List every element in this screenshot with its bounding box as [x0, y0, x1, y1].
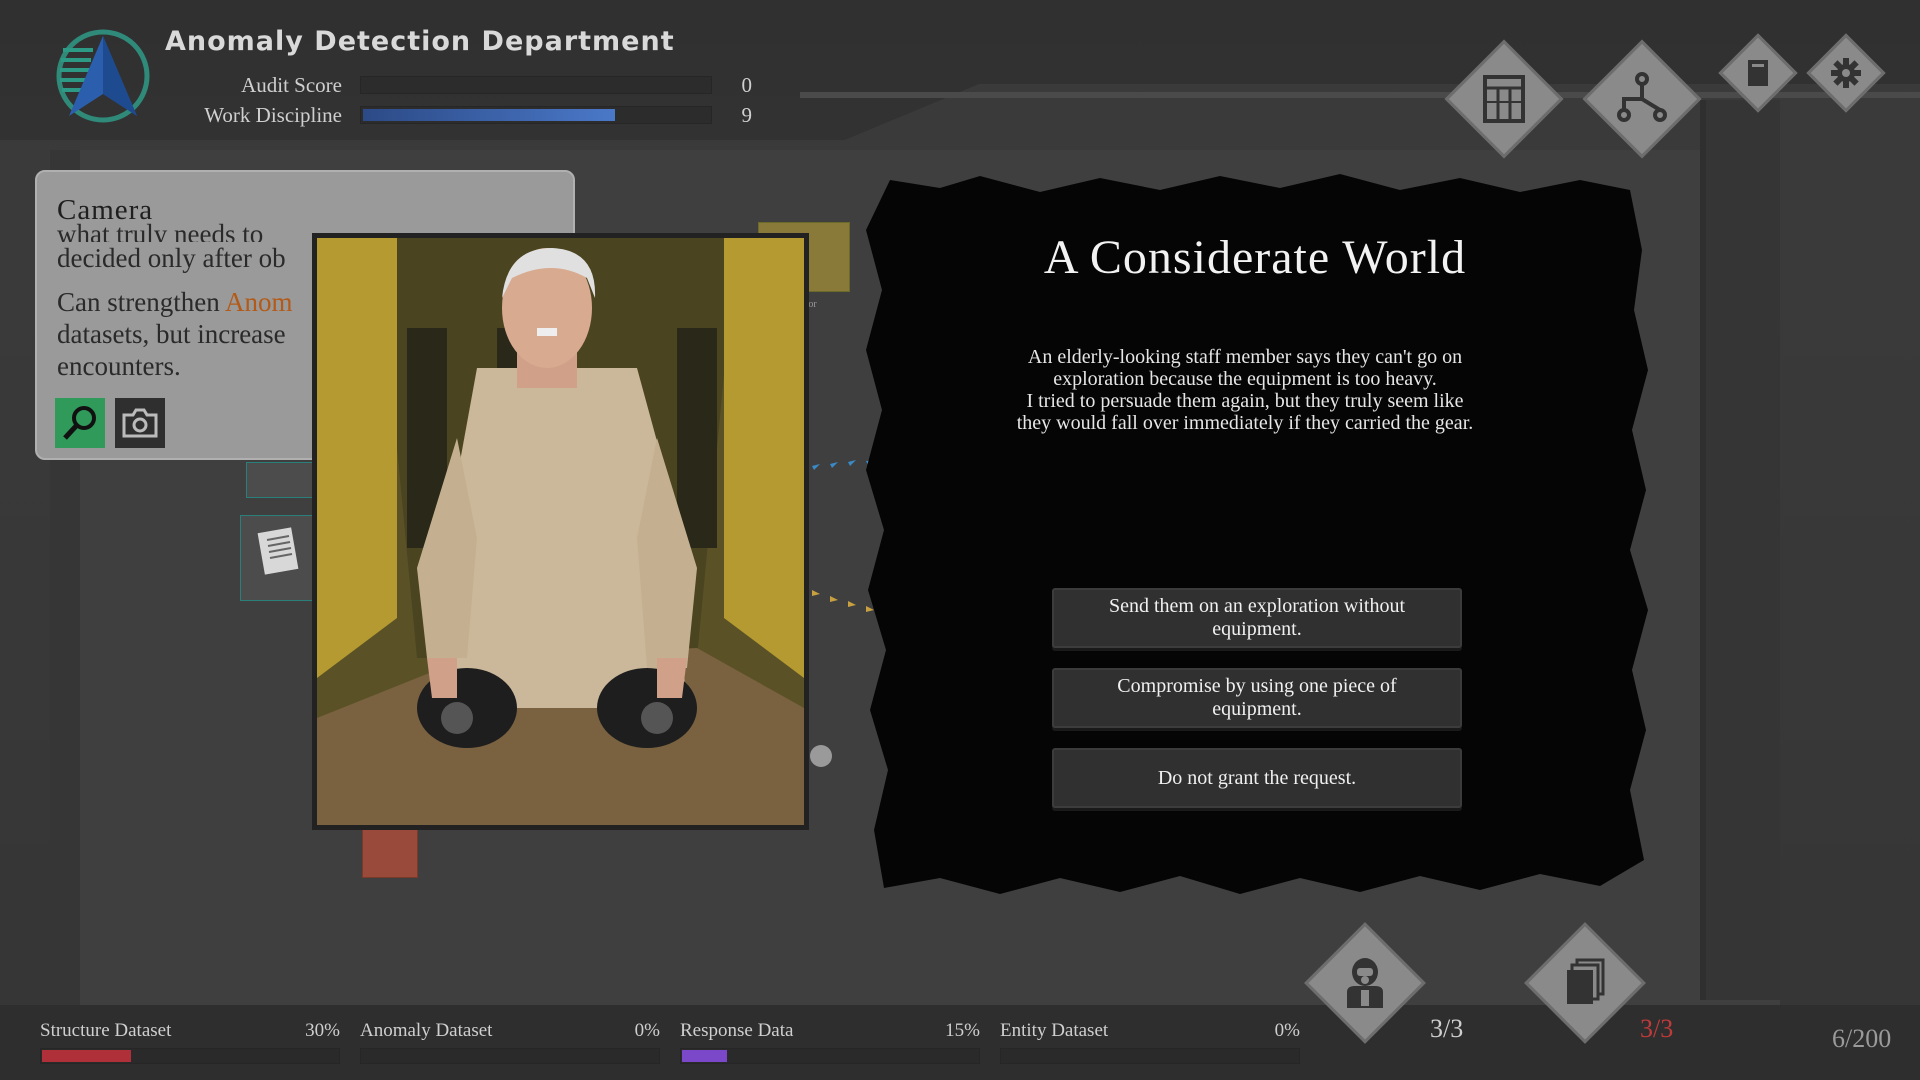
choice-compromise-button[interactable]: Compromise by using one piece of equipme…	[1052, 668, 1462, 728]
cards-counter: 3/3	[1640, 1014, 1674, 1043]
event-text: An elderly-looking staff member says the…	[980, 346, 1510, 434]
dataset-label: Structure Dataset	[40, 1020, 172, 1041]
event-text-line: they would fall over immediately if they…	[1016, 412, 1474, 434]
response-data: Response Data 15%	[680, 1020, 980, 1064]
flowchart-icon	[1617, 72, 1667, 122]
stat-label: Audit Score	[241, 72, 342, 97]
document-grid-icon	[1483, 75, 1525, 123]
elderly-staff-illustration	[317, 238, 804, 825]
camera-icon[interactable]	[115, 398, 165, 448]
board-node-exploration-record[interactable]	[362, 828, 418, 878]
dataset-fill	[682, 1050, 727, 1062]
magnifier-icon[interactable]	[55, 398, 105, 448]
anomaly-highlight: Anom	[224, 287, 293, 317]
dataset-fill	[42, 1050, 132, 1062]
board-pin[interactable]	[810, 745, 832, 767]
event-text-line: An elderly-looking staff member says the…	[1027, 346, 1463, 368]
camera-desc-text: Can strengthen	[57, 287, 225, 317]
stat-value: 9	[741, 102, 753, 127]
day-counter: 6/200	[1832, 1024, 1892, 1053]
stat-value: 0	[741, 72, 753, 97]
anomaly-dataset: Anomaly Dataset 0%	[360, 1020, 660, 1064]
dataset-bar	[1000, 1048, 1300, 1064]
board-node-employee-report[interactable]	[240, 515, 316, 601]
dataset-percent: 0%	[634, 1020, 660, 1041]
dataset-bar	[680, 1048, 980, 1064]
gear-icon	[1831, 58, 1861, 88]
staff-counter: 3/3	[1430, 1014, 1464, 1043]
department-logo-icon	[56, 29, 150, 123]
board-rail	[1700, 100, 1780, 1000]
report-icon	[257, 527, 299, 575]
department-title: Anomaly Detection Department	[165, 26, 675, 57]
notebook-icon	[1748, 60, 1768, 86]
work-discipline-stat: Work Discipline 9	[150, 102, 752, 128]
card-stack-icon	[1567, 958, 1605, 1004]
audit-score-stat: Audit Score 0	[150, 72, 752, 98]
audit-score-bar	[360, 76, 712, 94]
choice-deny-button[interactable]: Do not grant the request.	[1052, 748, 1462, 808]
work-discipline-bar	[360, 106, 712, 124]
entity-dataset: Entity Dataset 0%	[1000, 1020, 1300, 1064]
dataset-bar	[40, 1048, 340, 1064]
dataset-percent: 0%	[1274, 1020, 1300, 1041]
dataset-percent: 30%	[305, 1020, 340, 1041]
event-panel: A Considerate World An elderly-looking s…	[860, 170, 1650, 900]
dataset-bar	[360, 1048, 660, 1064]
structure-dataset: Structure Dataset 30%	[40, 1020, 340, 1064]
choice-no-equipment-button[interactable]: Send them on an exploration without equi…	[1052, 588, 1462, 648]
work-discipline-fill	[363, 109, 615, 121]
dataset-percent: 15%	[945, 1020, 980, 1041]
dataset-label: Entity Dataset	[1000, 1020, 1109, 1041]
stat-label: Work Discipline	[204, 102, 342, 127]
event-title: A Considerate World	[1043, 231, 1467, 284]
dataset-label: Response Data	[680, 1020, 794, 1041]
event-text-line: I tried to persuade them again, but they…	[1026, 390, 1464, 412]
event-illustration	[312, 233, 809, 830]
dataset-label: Anomaly Dataset	[360, 1020, 493, 1041]
hazmat-staff-icon	[1347, 958, 1383, 1008]
board-node-submission[interactable]	[246, 462, 316, 498]
event-text-line: exploration because the equipment is too…	[1053, 368, 1437, 390]
